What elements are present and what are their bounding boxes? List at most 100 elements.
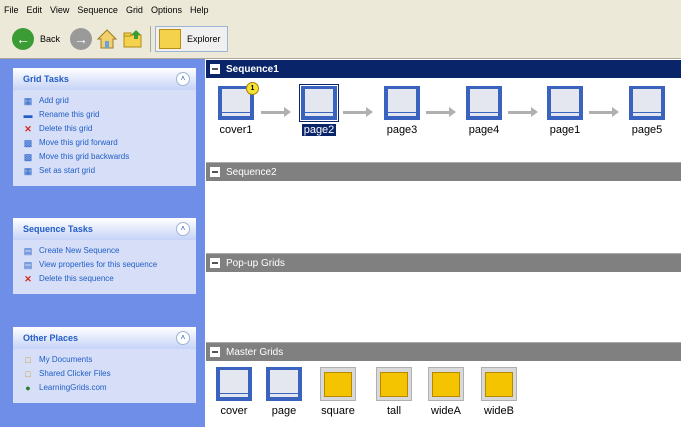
grid-label: page5 (631, 124, 663, 136)
sequence-tasks-header[interactable]: Sequence Tasks ˄ (13, 218, 196, 240)
start-grid-icon: ▦ (23, 166, 33, 176)
delete-sequence-label: Delete this sequence (39, 274, 114, 283)
grid-tasks-panel: Grid Tasks ˄ ▦ Add grid ▬ Rename this grid… (13, 68, 196, 186)
sequence-tasks-panel: Sequence Tasks ˄ ▤ Create New Sequence ▤ V… (13, 218, 196, 294)
master-grid-wideB[interactable]: wideB (477, 367, 521, 417)
sequence1-body: 1 cover1 page2 page3 page4 page1 page5 (206, 78, 681, 163)
master-grid-page[interactable]: page (262, 367, 306, 417)
my-documents-link[interactable]: □ My Documents (23, 355, 190, 365)
properties-icon: ▤ (23, 260, 33, 270)
sequence2-body (206, 181, 681, 254)
set-start-link[interactable]: ▦ Set as start grid (23, 166, 190, 176)
popup-grids-title: Pop-up Grids (226, 257, 285, 269)
view-properties-link[interactable]: ▤ View properties for this sequence (23, 260, 190, 270)
sequence1-title: Sequence1 (226, 63, 279, 75)
set-start-label: Set as start grid (39, 166, 96, 175)
grid-tasks-title: Grid Tasks (23, 74, 69, 84)
menu-help[interactable]: Help (186, 5, 213, 15)
other-places-title: Other Places (23, 333, 79, 343)
page-thumbnail (629, 86, 665, 120)
collapse-box-icon[interactable] (210, 167, 220, 177)
toolbar: ← Back → Explorer (0, 20, 681, 59)
forward-button[interactable]: → (70, 23, 93, 55)
grid-label: wideA (431, 405, 461, 417)
grid-page4[interactable]: page4 (461, 86, 507, 136)
collapse-box-icon[interactable] (210, 258, 220, 268)
grid-label: page4 (468, 124, 500, 136)
page-thumbnail (299, 84, 339, 122)
delete-grid-label: Delete this grid (39, 124, 93, 133)
explorer-button[interactable]: Explorer (155, 26, 228, 52)
folder-icon: □ (25, 355, 31, 365)
master-grids-header[interactable]: Master Grids (206, 343, 681, 361)
rename-grid-label: Rename this grid (39, 110, 100, 119)
move-forward-link[interactable]: ▩ Move this grid forward (23, 138, 190, 148)
learninggrids-label: LearningGrids.com (39, 383, 107, 392)
collapse-icon[interactable]: ˄ (176, 72, 190, 86)
master-grid-tall[interactable]: tall (372, 367, 416, 417)
page-thumbnail (547, 86, 583, 120)
grid-label: page (271, 405, 297, 417)
collapse-icon[interactable]: ˄ (176, 222, 190, 236)
master-grids-body: cover page square tall wideA wideB (206, 361, 681, 427)
menu-sequence[interactable]: Sequence (73, 5, 122, 15)
toolbar-separator (150, 26, 152, 52)
delete-grid-link[interactable]: ✕ Delete this grid (23, 124, 190, 134)
grid-tasks-header[interactable]: Grid Tasks ˄ (13, 68, 196, 90)
grid-page3[interactable]: page3 (379, 86, 425, 136)
shared-folder-icon: □ (25, 369, 31, 379)
menu-options[interactable]: Options (147, 5, 186, 15)
grid-page2[interactable]: page2 (296, 84, 342, 136)
back-button[interactable]: ← Back (4, 23, 66, 55)
grid-label: cover (220, 405, 248, 417)
delete-sequence-link[interactable]: ✕ Delete this sequence (23, 274, 190, 284)
move-backward-icon: ▩ (23, 152, 33, 162)
menu-bar: File Edit View Sequence Grid Options Hel… (0, 0, 681, 20)
master-grid-square[interactable]: square (316, 367, 360, 417)
grid-label: square (321, 405, 355, 417)
sequence-tasks-title: Sequence Tasks (23, 224, 93, 234)
popup-grids-header[interactable]: Pop-up Grids (206, 254, 681, 272)
create-sequence-link[interactable]: ▤ Create New Sequence (23, 246, 190, 256)
collapse-box-icon[interactable] (210, 347, 220, 357)
sequence-arrow (343, 107, 373, 117)
delete-icon: ✕ (24, 274, 32, 284)
popup-grids-body (206, 272, 681, 343)
grid-icon: ▦ (23, 96, 33, 106)
collapse-box-icon[interactable] (210, 64, 220, 74)
master-grids-title: Master Grids (226, 346, 284, 358)
rename-icon: ▬ (23, 110, 33, 120)
grid-page1[interactable]: page1 (542, 86, 588, 136)
other-places-header[interactable]: Other Places ˄ (13, 327, 196, 349)
menu-file[interactable]: File (0, 5, 23, 15)
master-grid-wideA[interactable]: wideA (424, 367, 468, 417)
new-sequence-icon: ▤ (23, 246, 33, 256)
home-icon (96, 29, 118, 49)
view-properties-label: View properties for this sequence (39, 260, 158, 269)
menu-grid[interactable]: Grid (122, 5, 147, 15)
add-grid-label: Add grid (39, 96, 69, 105)
shared-files-link[interactable]: □ Shared Clicker Files (23, 369, 190, 379)
create-sequence-label: Create New Sequence (39, 246, 120, 255)
main-panel: Sequence1 1 cover1 page2 page3 page4 pag… (206, 59, 681, 427)
sequence1-header[interactable]: Sequence1 (206, 60, 681, 78)
home-button[interactable] (96, 23, 118, 55)
learninggrids-link[interactable]: ● LearningGrids.com (23, 383, 190, 393)
add-grid-link[interactable]: ▦ Add grid (23, 96, 190, 106)
grid-label-selected: page2 (301, 124, 337, 136)
grid-page5[interactable]: page5 (624, 86, 670, 136)
folder-up-icon (123, 30, 142, 48)
master-grid-cover[interactable]: cover (212, 367, 256, 417)
folder-up-button[interactable] (122, 23, 144, 55)
grid-cover1[interactable]: 1 cover1 (213, 82, 259, 136)
menu-edit[interactable]: Edit (23, 5, 47, 15)
rename-grid-link[interactable]: ▬ Rename this grid (23, 110, 190, 120)
grid-label: wideB (484, 405, 514, 417)
grid-label: cover1 (219, 124, 253, 136)
collapse-icon[interactable]: ˄ (176, 331, 190, 345)
move-backward-link[interactable]: ▩ Move this grid backwards (23, 152, 190, 162)
grid-label: tall (386, 405, 402, 417)
menu-view[interactable]: View (46, 5, 73, 15)
sequence-arrow (426, 107, 456, 117)
sequence2-header[interactable]: Sequence2 (206, 163, 681, 181)
